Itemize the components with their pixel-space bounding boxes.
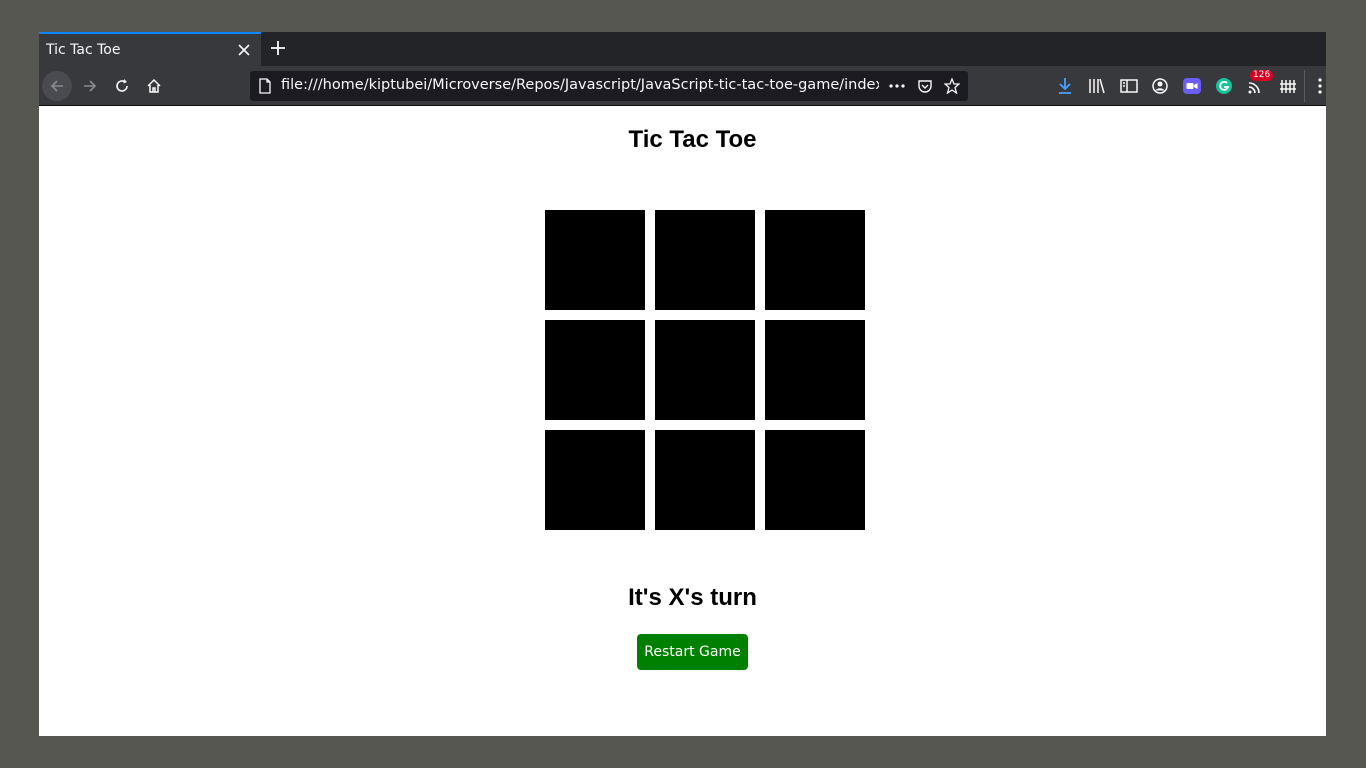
board-cell-4[interactable] [545,320,645,420]
board-cell-9[interactable] [765,430,865,530]
board-cell-3[interactable] [765,210,865,310]
pocket-icon[interactable] [917,78,933,94]
board-cell-2[interactable] [655,210,755,310]
grammarly-icon[interactable] [1214,76,1234,96]
page-content: Tic Tac Toe It's X's turn Restart Game [39,107,1326,736]
plus-icon[interactable] [269,39,287,57]
game-board [545,210,865,530]
back-arrow-icon [50,80,63,92]
navigation-bar: file:///home/kiptubei/Microverse/Repos/J… [39,66,1326,106]
home-icon [147,78,161,93]
extension-icon[interactable] [1278,76,1298,96]
url-text: file:///home/kiptubei/Microverse/Repos/J… [281,77,879,93]
board-cell-8[interactable] [655,430,755,530]
tab-tic-tac-toe[interactable]: Tic Tac Toe [39,32,261,66]
toolbar-separator [1304,70,1305,102]
library-icon[interactable] [1087,76,1107,96]
page-icon [259,78,271,94]
board-cell-1[interactable] [545,210,645,310]
reload-icon [116,79,128,92]
browser-window: Tic Tac Toe file:///home/kiptubei/Microv… [39,32,1326,736]
bookmark-star-icon[interactable] [944,78,960,94]
download-icon[interactable] [1055,76,1075,96]
tab-title: Tic Tac Toe [46,42,121,58]
reload-button[interactable] [107,71,137,101]
address-bar[interactable]: file:///home/kiptubei/Microverse/Repos/J… [250,71,968,101]
menu-icon[interactable] [1315,76,1325,96]
board-cell-6[interactable] [765,320,865,420]
home-button[interactable] [139,71,169,101]
board-cell-5[interactable] [655,320,755,420]
back-button[interactable] [42,71,72,101]
close-icon[interactable] [235,41,253,59]
forward-arrow-icon [84,80,97,92]
tab-bar: Tic Tac Toe [39,32,1326,66]
video-icon[interactable] [1182,76,1202,96]
sidebar-icon[interactable] [1119,76,1139,96]
page-title: Tic Tac Toe [628,126,757,153]
board-cell-7[interactable] [545,430,645,530]
restart-game-button[interactable]: Restart Game [637,634,748,670]
account-icon[interactable] [1150,76,1170,96]
forward-button[interactable] [75,71,105,101]
more-options-icon[interactable] [888,78,906,94]
notification-badge: 126 [1250,70,1274,81]
turn-status: It's X's turn [628,584,757,611]
